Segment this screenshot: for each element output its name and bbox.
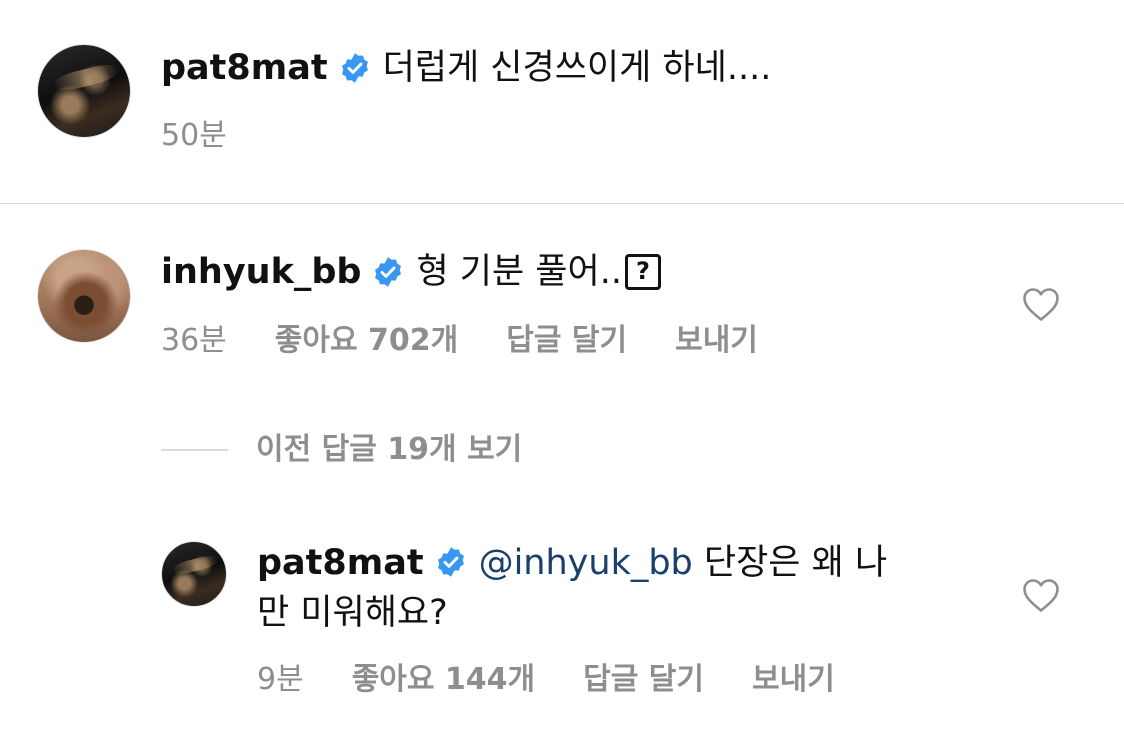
comment-avatar[interactable]: [37, 249, 131, 343]
comment-time: 36분: [161, 323, 227, 358]
reply-mention[interactable]: @inhyuk_bb: [479, 543, 693, 583]
verified-badge-icon: [375, 257, 402, 287]
verified-badge-icon: [437, 547, 464, 577]
caption-text: 더럽게 신경쓰이게 하네....: [382, 48, 772, 88]
divider: [0, 203, 1124, 204]
comment-username[interactable]: inhyuk_bb: [161, 250, 361, 294]
comment-likes[interactable]: 좋아요 702개: [275, 323, 458, 359]
reply-avatar[interactable]: [161, 541, 227, 607]
missing-emoji-icon: ?: [624, 254, 661, 290]
comment-meta: 36분 좋아요 702개 답글 달기 보내기: [161, 323, 758, 359]
view-previous-replies[interactable]: 이전 답글 19개 보기: [161, 430, 522, 470]
reply-line: pat8mat @inhyuk_bb 단장은 왜 나 만 미워해요?: [257, 538, 957, 638]
heart-outline-icon[interactable]: [1021, 286, 1061, 322]
caption-time: 50분: [161, 118, 227, 153]
reply-text-line2: 만 미워해요?: [257, 593, 448, 633]
caption-avatar[interactable]: [37, 44, 131, 138]
reply-meta: 9분 좋아요 144개 답글 달기 보내기: [257, 662, 835, 698]
view-replies-line: [161, 449, 228, 451]
view-replies-label[interactable]: 이전 답글 19개 보기: [256, 430, 522, 470]
reply-reply-button[interactable]: 답글 달기: [583, 662, 704, 698]
heart-outline-icon[interactable]: [1021, 577, 1061, 613]
caption-meta: 50분: [161, 118, 227, 154]
comment-text: 형 기분 풀어..: [416, 252, 622, 292]
caption-line: pat8mat 더럽게 신경쓰이게 하네....: [161, 46, 771, 90]
comment-send-button[interactable]: 보내기: [675, 323, 758, 359]
comment-reply-button[interactable]: 답글 달기: [506, 323, 627, 359]
comment-line: inhyuk_bb 형 기분 풀어.. ?: [161, 250, 661, 294]
reply-text-line1: 단장은 왜 나: [703, 543, 888, 583]
caption-username[interactable]: pat8mat: [161, 46, 328, 90]
reply-time: 9분: [257, 662, 304, 697]
reply-likes[interactable]: 좋아요 144개: [352, 662, 535, 698]
reply-send-button[interactable]: 보내기: [752, 662, 835, 698]
verified-badge-icon: [341, 53, 368, 83]
reply-username[interactable]: pat8mat: [257, 543, 424, 583]
